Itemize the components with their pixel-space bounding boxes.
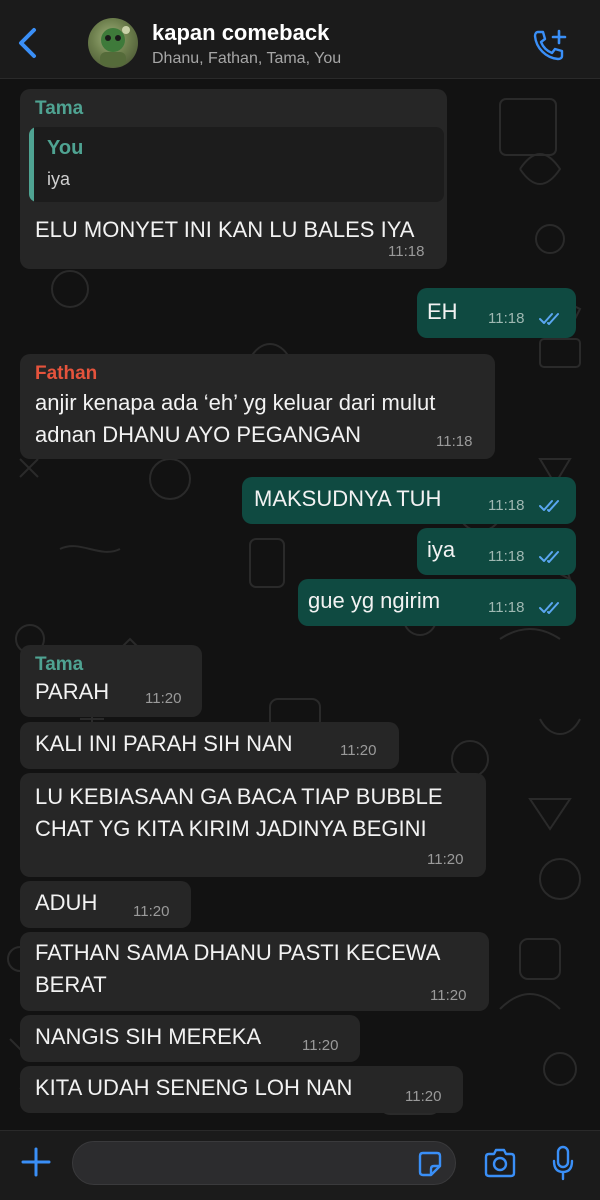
timestamp: 11:20 (340, 742, 377, 759)
chat-title[interactable]: kapan comeback (152, 20, 329, 46)
double-check-icon (539, 500, 559, 512)
message-text: anjir kenapa ada ‘eh’ yg keluar dari mul… (35, 390, 436, 415)
quote-bar (29, 127, 34, 202)
message-text: NANGIS SIH MEREKA (35, 1024, 262, 1049)
double-check-icon (539, 313, 559, 325)
message-bubble[interactable]: Tama PARAH 11:20 (20, 645, 202, 717)
message-bubble-outgoing[interactable]: EH 11:18 (417, 288, 576, 338)
quote-sender: You (47, 137, 84, 159)
quoted-message[interactable]: You iya (29, 127, 444, 202)
message-text: BERAT (35, 972, 107, 997)
message-text: FATHAN SAMA DHANU PASTI KECEWA (35, 940, 441, 965)
phone-plus-icon[interactable] (532, 28, 568, 62)
message-text: MAKSUDNYA TUH (254, 486, 442, 511)
avatar[interactable] (88, 18, 138, 68)
timestamp: 11:18 (388, 243, 425, 260)
message-bubble[interactable]: LU KEBIASAAN GA BACA TIAP BUBBLE CHAT YG… (20, 773, 486, 877)
composer-bar (0, 1130, 600, 1200)
chat-header: kapan comeback Dhanu, Fathan, Tama, You (0, 0, 600, 79)
timestamp: 11:18 (488, 497, 525, 514)
timestamp: 11:18 (436, 433, 473, 450)
message-bubble-outgoing[interactable]: MAKSUDNYA TUH 11:18 (242, 477, 576, 524)
quote-text: iya (47, 169, 71, 189)
message-bubble[interactable]: FATHAN SAMA DHANU PASTI KECEWA BERAT 11:… (20, 932, 489, 1011)
camera-icon[interactable] (483, 1148, 517, 1178)
timestamp: 11:18 (488, 548, 525, 565)
message-text: LU KEBIASAAN GA BACA TIAP BUBBLE (35, 784, 443, 809)
message-text: gue yg ngirim (308, 588, 441, 613)
message-text: iya (427, 537, 456, 562)
timestamp: 11:20 (133, 903, 170, 920)
timestamp: 11:18 (488, 599, 525, 616)
sender-name: Fathan (35, 363, 98, 384)
message-bubble[interactable]: Fathan anjir kenapa ada ‘eh’ yg keluar d… (20, 354, 495, 459)
microphone-icon[interactable] (552, 1145, 574, 1181)
plus-icon[interactable] (20, 1146, 52, 1178)
message-text: KITA UDAH SENENG LOH NAN (35, 1075, 353, 1100)
message-bubble[interactable]: KALI INI PARAH SIH NAN 11:20 (20, 722, 399, 769)
message-bubble[interactable]: KITA UDAH SENENG LOH NAN 11:20 (20, 1066, 463, 1113)
group-members[interactable]: Dhanu, Fathan, Tama, You (152, 50, 341, 68)
sender-name: Tama (35, 654, 84, 675)
message-text: KALI INI PARAH SIH NAN (35, 731, 293, 756)
message-text: EH (427, 299, 458, 324)
timestamp: 11:18 (488, 310, 525, 327)
sticker-icon[interactable] (416, 1150, 444, 1178)
message-list[interactable]: Tama You iya ELU MONYET INI KAN LU BALES… (0, 79, 600, 1130)
double-check-icon (539, 602, 559, 614)
timestamp: 11:20 (145, 690, 182, 707)
message-text: PARAH (35, 679, 110, 704)
message-input[interactable] (72, 1141, 456, 1185)
message-text: CHAT YG KITA KIRIM JADINYA BEGINI (35, 816, 427, 841)
timestamp: 11:20 (302, 1037, 339, 1054)
sender-name: Tama (35, 98, 84, 119)
message-bubble[interactable]: ADUH 11:20 (20, 881, 191, 928)
chat-screen: kapan comeback Dhanu, Fathan, Tama, You (0, 0, 600, 1200)
message-bubble-outgoing[interactable]: gue yg ngirim 11:18 (298, 579, 576, 626)
message-text: adnan DHANU AYO PEGANGAN (35, 422, 362, 447)
avatar-image (100, 26, 130, 66)
timestamp: 11:20 (430, 987, 467, 1004)
message-text: ELU MONYET INI KAN LU BALES IYA (35, 217, 415, 242)
double-check-icon (539, 551, 559, 563)
timestamp: 11:20 (405, 1088, 442, 1105)
message-bubble[interactable]: NANGIS SIH MEREKA 11:20 (20, 1015, 360, 1062)
message-text: ADUH (35, 890, 98, 915)
chevron-left-icon[interactable] (14, 26, 44, 60)
timestamp: 11:20 (427, 851, 464, 868)
message-bubble[interactable]: Tama You iya ELU MONYET INI KAN LU BALES… (20, 89, 447, 269)
message-bubble-outgoing[interactable]: iya 11:18 (417, 528, 576, 575)
